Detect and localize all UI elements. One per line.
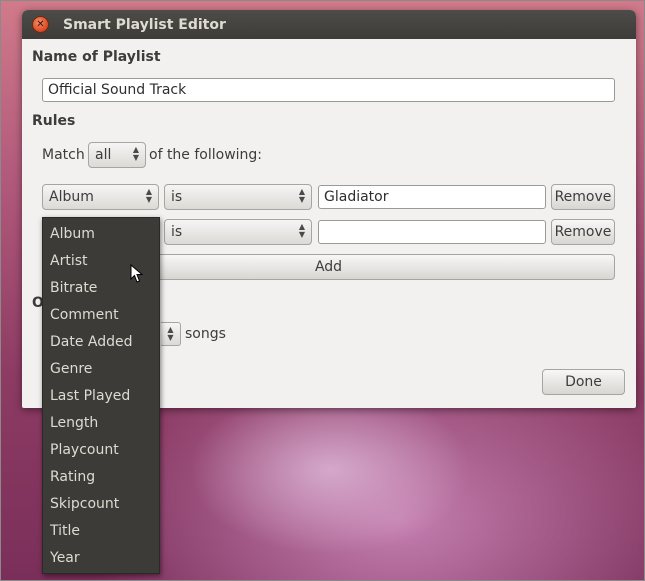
menu-item-artist[interactable]: Artist <box>50 252 88 270</box>
rule1-remove-button[interactable]: Remove <box>551 184 615 210</box>
menu-item-year[interactable]: Year <box>50 549 80 567</box>
close-icon[interactable]: ✕ <box>32 16 49 33</box>
window-title: Smart Playlist Editor <box>63 16 226 33</box>
menu-item-bitrate[interactable]: Bitrate <box>50 279 97 297</box>
rule1-operator-value: is <box>171 189 183 205</box>
spin-arrows-icon: ▲ ▼ <box>298 222 305 239</box>
spin-arrows-icon: ▲ ▼ <box>145 187 152 204</box>
playlist-name-input[interactable]: Official Sound Track <box>42 78 615 102</box>
menu-item-date-added[interactable]: Date Added <box>50 333 133 351</box>
spin-arrows-icon: ▲ ▼ <box>132 145 139 162</box>
menu-item-rating[interactable]: Rating <box>50 468 95 486</box>
mouse-pointer-icon <box>130 264 144 283</box>
rule1-field-combo[interactable]: Album ▲ ▼ <box>42 184 159 210</box>
spin-arrows-icon: ▲ ▼ <box>298 187 305 204</box>
match-combo[interactable]: all ▲ ▼ <box>88 142 146 168</box>
menu-item-comment[interactable]: Comment <box>50 306 119 324</box>
rule2-value-input[interactable] <box>318 220 546 244</box>
match-combo-value: all <box>95 147 112 163</box>
match-prefix-label: Match <box>42 147 85 163</box>
menu-item-length[interactable]: Length <box>50 414 98 432</box>
menu-item-genre[interactable]: Genre <box>50 360 92 378</box>
limit-spin-button[interactable]: ▲ ▼ <box>161 322 181 346</box>
menu-item-skipcount[interactable]: Skipcount <box>50 495 119 513</box>
done-button[interactable]: Done <box>542 369 625 395</box>
rules-heading: Rules <box>32 113 76 129</box>
name-of-playlist-heading: Name of Playlist <box>32 49 161 65</box>
menu-item-last-played[interactable]: Last Played <box>50 387 130 405</box>
rule2-remove-button[interactable]: Remove <box>551 219 615 245</box>
songs-label: songs <box>185 326 226 342</box>
rule1-value-input[interactable]: Gladiator <box>318 185 546 209</box>
rule2-operator-combo[interactable]: is ▲ ▼ <box>164 219 312 245</box>
match-suffix-label: of the following: <box>149 147 263 163</box>
title-bar[interactable]: ✕ Smart Playlist Editor <box>22 10 636 39</box>
rule2-operator-value: is <box>171 224 183 240</box>
menu-item-title[interactable]: Title <box>50 522 80 540</box>
menu-item-playcount[interactable]: Playcount <box>50 441 119 459</box>
menu-item-album[interactable]: Album <box>50 225 95 243</box>
rule1-operator-combo[interactable]: is ▲ ▼ <box>164 184 312 210</box>
rule1-field-value: Album <box>49 189 94 205</box>
